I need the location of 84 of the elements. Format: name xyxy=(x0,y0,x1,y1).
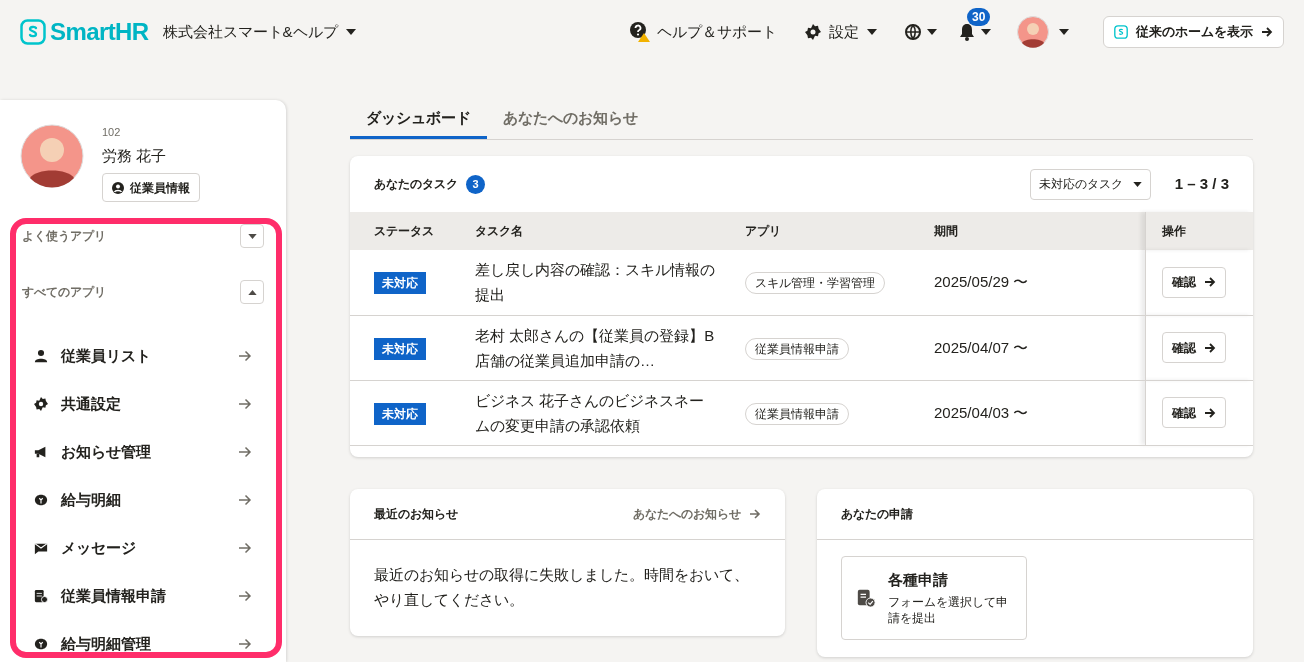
caret-icon xyxy=(1059,29,1069,35)
settings-icon xyxy=(805,24,821,40)
arrow-right-icon xyxy=(238,638,252,650)
section-title: すべてのアプリ xyxy=(22,284,106,301)
status-badge: 未対応 xyxy=(374,337,426,360)
help-icon xyxy=(629,21,651,43)
card-title: あなたのタスク xyxy=(374,176,458,193)
tab[interactable]: ダッシュボード xyxy=(350,100,487,139)
account-menu[interactable] xyxy=(1017,16,1069,48)
document-icon xyxy=(34,589,48,603)
caret-icon xyxy=(345,29,356,35)
caret-icon xyxy=(1132,181,1142,187)
collapse-button[interactable] xyxy=(240,280,264,304)
arrow-right-icon xyxy=(238,590,252,602)
arrow-right-icon xyxy=(238,398,252,410)
confirm-button[interactable]: 確認 xyxy=(1161,332,1226,363)
classic-home-button[interactable]: 従来のホームを表示 xyxy=(1103,16,1284,48)
period-text: 2025/04/03 〜 xyxy=(934,403,1029,421)
arrow-right-icon xyxy=(749,507,761,520)
arrow-right-icon xyxy=(238,446,252,458)
help-link[interactable]: ヘルプ＆サポート xyxy=(629,20,777,44)
bell-icon xyxy=(959,23,975,41)
app-link[interactable]: メッセージ xyxy=(22,534,264,562)
caret-icon xyxy=(981,29,991,35)
employee-name: 労務 花子 xyxy=(102,145,168,166)
logo-icon xyxy=(1114,25,1128,39)
period-text: 2025/05/29 〜 xyxy=(934,273,1029,291)
app-link[interactable]: 共通設定 xyxy=(22,390,264,418)
avatar-icon xyxy=(20,124,84,188)
arrow-right-icon xyxy=(238,494,252,506)
tab[interactable]: あなたへのお知らせ xyxy=(487,100,654,139)
task-name: 差し戻し内容の確認：スキル情報の提出 xyxy=(475,260,715,306)
arrow-right-icon xyxy=(238,542,252,554)
task-name: ビジネス 花子さんのビジネスネームの変更申請の承認依頼 xyxy=(475,390,706,436)
period-text: 2025/04/07 〜 xyxy=(934,338,1029,356)
application-tile[interactable]: 各種申請 フォームを選択して申請を提出 xyxy=(841,555,1027,640)
task-name: 老村 太郎さんの【従業員の登録】B店舗の従業員追加申請の… xyxy=(475,325,715,371)
app-link[interactable]: 従業員情報申請 xyxy=(22,582,264,610)
caret-down-icon xyxy=(247,233,257,239)
arrow-right-icon xyxy=(1203,406,1216,419)
globe-icon xyxy=(905,24,921,40)
confirm-button[interactable]: 確認 xyxy=(1161,266,1226,298)
arrow-right-icon xyxy=(1261,26,1273,38)
app-link[interactable]: 従業員リスト xyxy=(22,342,264,370)
column-header: 期間 xyxy=(922,212,1145,250)
caret-up-icon xyxy=(247,289,257,295)
logo-icon xyxy=(20,19,46,45)
company-dropdown[interactable]: 株式会社スマート&ヘルプ xyxy=(162,20,356,44)
notifications-menu[interactable] xyxy=(959,23,991,41)
app-link[interactable]: 給与明細 xyxy=(22,486,264,514)
notification-badge: 30 xyxy=(967,8,991,26)
caret-icon xyxy=(867,29,877,35)
caret-icon xyxy=(927,29,937,35)
pagination-range: 1 – 3 / 3 xyxy=(1174,173,1229,194)
notices-link[interactable]: あなたへのお知らせ xyxy=(633,504,761,523)
confirm-button[interactable]: 確認 xyxy=(1161,397,1226,428)
arrow-right-icon xyxy=(238,350,252,362)
megaphone-icon xyxy=(34,445,48,459)
app-link[interactable]: お知らせ管理 xyxy=(22,438,264,466)
employee-number: 102 xyxy=(102,125,122,140)
language-menu[interactable] xyxy=(905,24,937,40)
column-header: アプリ xyxy=(735,212,922,250)
arrow-right-icon xyxy=(1203,341,1216,354)
employee-info-button[interactable]: 従業員情報 xyxy=(102,173,200,202)
expand-button[interactable] xyxy=(240,224,264,248)
count-badge: 3 xyxy=(466,174,485,194)
card-title: あなたの申請 xyxy=(841,505,913,523)
column-header: ステータス xyxy=(350,212,465,250)
gear-icon xyxy=(34,397,48,411)
error-message: 最近のお知らせの取得に失敗しました。時間をおいて、やり直してください。 xyxy=(373,564,750,610)
person-icon xyxy=(34,349,48,363)
person-icon xyxy=(112,181,124,194)
app-link[interactable]: 給与明細管理 xyxy=(22,630,264,658)
settings-menu[interactable]: 設定 xyxy=(805,20,877,44)
avatar-icon xyxy=(1017,16,1049,48)
column-header: 操作 xyxy=(1145,212,1253,250)
status-badge: 未対応 xyxy=(374,272,426,295)
envelope-icon xyxy=(34,541,48,555)
arrow-right-icon xyxy=(1203,276,1216,289)
column-header: タスク名 xyxy=(465,212,735,250)
section-title: よく使うアプリ xyxy=(22,228,106,245)
task-filter-dropdown[interactable]: 未対応のタスク xyxy=(1029,168,1151,200)
status-badge: 未対応 xyxy=(374,402,426,425)
card-title: 最近のお知らせ xyxy=(374,505,458,523)
